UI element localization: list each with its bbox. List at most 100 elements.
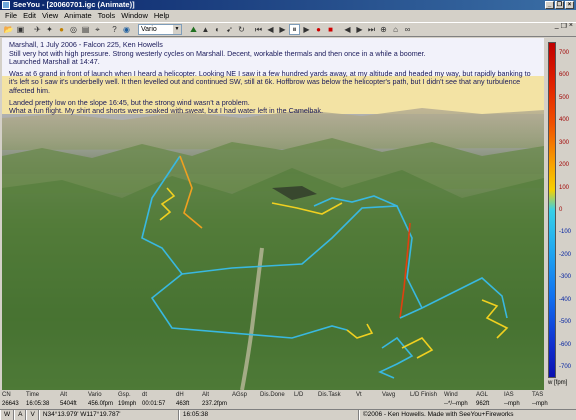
status-value-cell: 5404ft xyxy=(60,401,77,407)
app-icon xyxy=(2,1,10,9)
status-value-cell: --mph xyxy=(532,401,548,407)
toolbar-separator xyxy=(248,24,252,35)
status-header-cell: Time xyxy=(26,392,40,398)
menu-window[interactable]: Window xyxy=(118,10,151,22)
zoom-icon[interactable]: ⊕ xyxy=(378,24,389,35)
status-header-cell: AGsp xyxy=(232,392,248,398)
loop-icon[interactable]: ∞ xyxy=(402,24,413,35)
near-slope xyxy=(2,168,544,390)
scale-tick-label: 0 xyxy=(559,207,563,213)
save-icon[interactable]: ▣ xyxy=(15,24,26,35)
window-title: SeeYou - [20060701.igc (Animate)] xyxy=(13,0,135,9)
seeyou-window: SeeYou - [20060701.igc (Animate)] _ ❐ × … xyxy=(0,0,576,420)
status-bar: W A V N34°13.979' W117°19.787' 16:05:38 … xyxy=(0,409,576,420)
status-header-cell: Vario xyxy=(88,392,102,398)
help-icon[interactable]: ? xyxy=(109,24,120,35)
record-icon[interactable]: ● xyxy=(313,24,324,35)
scale-tick-label: -100 xyxy=(559,229,572,236)
menu-file[interactable]: File xyxy=(2,10,20,22)
status-header-cell: Alt xyxy=(202,392,210,398)
view-3d-icon[interactable]: ⛰ xyxy=(188,24,199,35)
rewind-icon[interactable]: ⏮ xyxy=(253,24,264,35)
scale-tick-label: 600 xyxy=(559,72,570,79)
scale-tick-label: 700 xyxy=(559,50,570,56)
status-header-cell: CN xyxy=(2,392,11,398)
display-variable-value: Vario xyxy=(141,26,157,33)
scale-tick-label: 200 xyxy=(559,162,570,169)
status-mode-w[interactable]: W xyxy=(0,410,15,420)
notes-line-3: Launched Marshall at 14:47. xyxy=(9,57,100,67)
toolbar: 📂 ▣ ✈ ✦ ● ◎ ▤ ⌖ ? ◉ Vario ▼ ⛰ ▲ ◐ ➹ ↻ ⏮ … xyxy=(0,22,576,37)
notes-paragraph-3b: What a fun flight. My shirt and shorts w… xyxy=(9,106,324,116)
toolbar-separator xyxy=(104,24,108,35)
status-mode-a[interactable]: A xyxy=(14,410,27,420)
menu-view[interactable]: View xyxy=(39,10,61,22)
status-mode-v[interactable]: V xyxy=(26,410,39,420)
notes-paragraph-2: Was at 6 grand in front of launch when I… xyxy=(9,68,531,95)
status-value-cell: --mph xyxy=(504,401,520,407)
window-controls: _ ❐ × xyxy=(545,1,574,9)
status-value-cell xyxy=(230,400,258,409)
display-variable-select[interactable]: Vario ▼ xyxy=(138,24,182,35)
status-header-cell: TAS xyxy=(532,392,544,398)
status-value-cell xyxy=(408,400,442,409)
pause-icon[interactable]: ⏸ xyxy=(289,24,300,35)
status-header-cell: Vt xyxy=(356,392,362,398)
speed-icon[interactable]: ◀ xyxy=(342,24,353,35)
terrain-icon[interactable]: ▲ xyxy=(200,24,211,35)
scale-tick-label: 300 xyxy=(559,139,570,146)
info-icon[interactable]: ◎ xyxy=(68,24,79,35)
status-header-cell: Vavg xyxy=(382,392,396,398)
status-value-cell: 463ft xyxy=(176,401,190,407)
scale-tick-label: -500 xyxy=(559,319,572,326)
color-icon[interactable]: ● xyxy=(56,24,67,35)
menu-help[interactable]: Help xyxy=(151,10,172,22)
status-value-cell: 962ft xyxy=(476,401,490,407)
status-header-cell: dH xyxy=(176,392,184,398)
flight-notes: Marshall, 1 July 2006 - Falcon 225, Ken … xyxy=(9,40,537,119)
status-header-cell: Gsp. xyxy=(118,392,131,398)
status-header-cell: Alt xyxy=(60,392,68,398)
follow-icon[interactable]: ➹ xyxy=(224,24,235,35)
open-icon[interactable]: 📂 xyxy=(3,24,14,35)
play-icon[interactable]: ▶ xyxy=(277,24,288,35)
map-icon[interactable]: ▤ xyxy=(80,24,91,35)
chevron-down-icon[interactable]: ▼ xyxy=(173,25,181,34)
pin-icon[interactable]: ⌖ xyxy=(92,24,103,35)
camera-follow-icon[interactable]: ⌂ xyxy=(390,24,401,35)
status-value-cell xyxy=(316,400,354,409)
menu-animate[interactable]: Animate xyxy=(61,10,95,22)
globe-icon[interactable]: ◉ xyxy=(121,24,132,35)
title-bar[interactable]: SeeYou - [20060701.igc (Animate)] _ ❐ × xyxy=(0,0,576,10)
minimize-button[interactable]: _ xyxy=(545,1,554,9)
status-value-cell: 19mph xyxy=(118,401,137,407)
status-value-cell: 237.2fpm xyxy=(202,401,228,407)
camera-icon[interactable]: ◐ xyxy=(212,24,223,35)
status-value-cell: 00:01:57 xyxy=(142,401,166,407)
restore-button[interactable]: ❐ xyxy=(555,1,564,9)
rotate-icon[interactable]: ↻ xyxy=(236,24,247,35)
menu-tools[interactable]: Tools xyxy=(95,10,119,22)
scale-tick-label: -200 xyxy=(559,251,572,258)
status-header-cell: L/D Finish xyxy=(410,392,438,398)
scale-tick-label: 400 xyxy=(559,117,570,124)
scale-tick-label: -400 xyxy=(559,296,572,303)
status-header-cell: dt xyxy=(142,392,148,398)
settings-icon[interactable]: ✦ xyxy=(44,24,55,35)
status-time: 16:05:38 xyxy=(178,410,359,420)
status-value-cell: 16:05:38 xyxy=(26,401,50,407)
3d-flight-view[interactable]: Marshall, 1 July 2006 - Falcon 225, Ken … xyxy=(2,38,544,390)
glider-icon[interactable]: ✈ xyxy=(32,24,43,35)
status-header-cell: Dis.Task xyxy=(318,392,341,398)
toolbar-separator xyxy=(183,24,187,35)
step-forward-icon[interactable]: ▶ xyxy=(301,24,312,35)
step-back-icon[interactable]: ◀ xyxy=(265,24,276,35)
status-value-cell xyxy=(292,400,316,409)
status-headers: CN Time Alt Vario Gsp. dt dH Alt AGsp Dis.Done L/D… xyxy=(0,391,576,400)
stop-icon[interactable]: ■ xyxy=(325,24,336,35)
scale-gradient xyxy=(548,42,556,378)
fast-forward-icon[interactable]: ⏭ xyxy=(366,24,377,35)
close-button[interactable]: × xyxy=(565,1,574,9)
speed-up-icon[interactable]: ▶ xyxy=(354,24,365,35)
menu-edit[interactable]: Edit xyxy=(20,10,39,22)
